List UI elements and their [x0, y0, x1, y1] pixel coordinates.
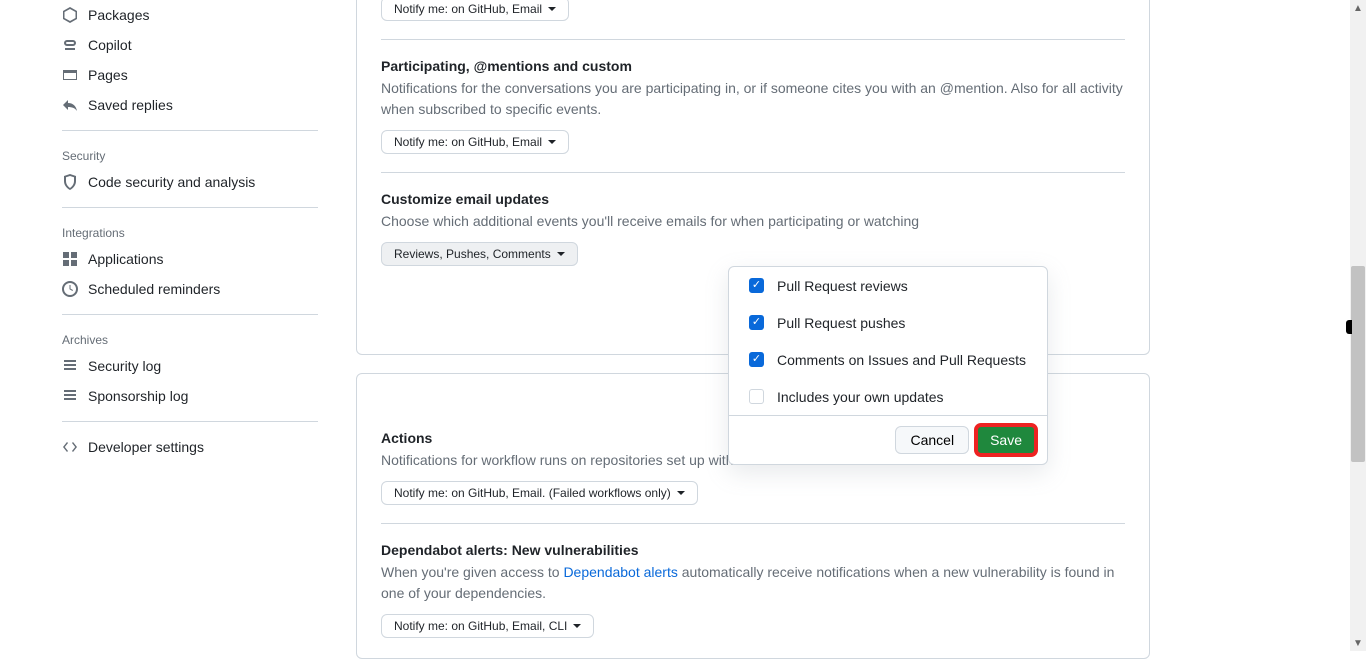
- code-icon: [62, 439, 78, 455]
- option-label: Pull Request reviews: [777, 278, 908, 294]
- dropdown-label: Reviews, Pushes, Comments: [394, 247, 551, 261]
- customize-events-dropdown[interactable]: Reviews, Pushes, Comments: [381, 242, 578, 266]
- sidebar-item-sponsorship-log[interactable]: Sponsorship log: [54, 381, 326, 411]
- chevron-down-icon: [557, 252, 565, 256]
- customize-events-popover: Pull Request reviews Pull Request pushes…: [728, 266, 1048, 465]
- dropdown-label: Notify me: on GitHub, Email, CLI: [394, 619, 567, 633]
- scroll-down-arrow[interactable]: ▼: [1350, 635, 1366, 651]
- sidebar-item-security-log[interactable]: Security log: [54, 351, 326, 381]
- participating-title: Participating, @mentions and custom: [381, 58, 1125, 74]
- apps-icon: [62, 251, 78, 267]
- chevron-down-icon: [677, 491, 685, 495]
- actions-notify-dropdown[interactable]: Notify me: on GitHub, Email. (Failed wor…: [381, 481, 698, 505]
- sidebar-item-label: Applications: [88, 251, 164, 267]
- sidebar-group-archives: Archives: [54, 325, 326, 351]
- dropdown-label: Notify me: on GitHub, Email: [394, 135, 542, 149]
- option-label: Comments on Issues and Pull Requests: [777, 352, 1026, 368]
- customize-title: Customize email updates: [381, 191, 1125, 207]
- sidebar-item-label: Saved replies: [88, 97, 173, 113]
- log-icon: [62, 388, 78, 404]
- option-label: Includes your own updates: [777, 389, 944, 405]
- browser-icon: [62, 67, 78, 83]
- divider: [62, 130, 318, 131]
- participating-notify-dropdown[interactable]: Notify me: on GitHub, Email: [381, 130, 569, 154]
- sidebar-item-label: Developer settings: [88, 439, 204, 455]
- option-pr-pushes[interactable]: Pull Request pushes: [729, 304, 1047, 341]
- dependabot-title: Dependabot alerts: New vulnerabilities: [381, 542, 1125, 558]
- chevron-down-icon: [573, 624, 581, 628]
- sidebar-item-label: Code security and analysis: [88, 174, 255, 190]
- sidebar-item-label: Security log: [88, 358, 161, 374]
- customize-desc: Choose which additional events you'll re…: [381, 211, 1125, 232]
- sidebar-item-applications[interactable]: Applications: [54, 244, 326, 274]
- checkbox-own-updates[interactable]: [749, 389, 764, 404]
- participating-desc: Notifications for the conversations you …: [381, 78, 1125, 120]
- divider: [62, 314, 318, 315]
- sidebar-group-security: Security: [54, 141, 326, 167]
- checkbox-comments[interactable]: [749, 352, 764, 367]
- log-icon: [62, 358, 78, 374]
- checkbox-pr-reviews[interactable]: [749, 278, 764, 293]
- chevron-down-icon: [548, 7, 556, 11]
- sidebar-item-code-security[interactable]: Code security and analysis: [54, 167, 326, 197]
- sidebar-item-pages[interactable]: Pages: [54, 60, 326, 90]
- sidebar-group-integrations: Integrations: [54, 218, 326, 244]
- sidebar-item-label: Pages: [88, 67, 128, 83]
- watching-notify-dropdown[interactable]: Notify me: on GitHub, Email: [381, 0, 569, 21]
- divider: [62, 207, 318, 208]
- option-own-updates[interactable]: Includes your own updates: [729, 378, 1047, 415]
- checkbox-pr-pushes[interactable]: [749, 315, 764, 330]
- sidebar-item-label: Packages: [88, 7, 149, 23]
- sidebar-item-developer-settings[interactable]: Developer settings: [54, 432, 326, 462]
- sidebar-item-saved-replies[interactable]: Saved replies: [54, 90, 326, 120]
- option-pr-reviews[interactable]: Pull Request reviews: [729, 267, 1047, 304]
- sidebar-item-packages[interactable]: Packages: [54, 0, 326, 30]
- cancel-button[interactable]: Cancel: [895, 426, 969, 454]
- reply-icon: [62, 97, 78, 113]
- scroll-up-arrow[interactable]: ▲: [1350, 0, 1366, 16]
- option-comments[interactable]: Comments on Issues and Pull Requests: [729, 341, 1047, 378]
- divider: [62, 421, 318, 422]
- copilot-icon: [62, 37, 78, 53]
- sidebar-item-copilot[interactable]: Copilot: [54, 30, 326, 60]
- settings-sidebar: Packages Copilot Pages Saved replies Sec…: [0, 0, 340, 651]
- package-icon: [62, 7, 78, 23]
- dependabot-alerts-link[interactable]: Dependabot alerts: [563, 564, 677, 580]
- sidebar-item-label: Copilot: [88, 37, 132, 53]
- divider: [381, 523, 1125, 524]
- chevron-down-icon: [548, 140, 556, 144]
- dropdown-label: Notify me: on GitHub, Email: [394, 2, 542, 16]
- cursor-indicator: [1346, 320, 1352, 334]
- dependabot-desc: When you're given access to Dependabot a…: [381, 562, 1125, 604]
- clock-icon: [62, 281, 78, 297]
- main-content: Notify me: on GitHub, Email Participatin…: [340, 0, 1366, 651]
- divider: [381, 39, 1125, 40]
- option-label: Pull Request pushes: [777, 315, 905, 331]
- shield-icon: [62, 174, 78, 190]
- sidebar-item-scheduled-reminders[interactable]: Scheduled reminders: [54, 274, 326, 304]
- dropdown-label: Notify me: on GitHub, Email. (Failed wor…: [394, 486, 671, 500]
- divider: [381, 172, 1125, 173]
- sidebar-item-label: Scheduled reminders: [88, 281, 220, 297]
- scrollbar-thumb[interactable]: [1351, 266, 1365, 462]
- sidebar-item-label: Sponsorship log: [88, 388, 188, 404]
- scrollbar-track[interactable]: ▲ ▼: [1350, 0, 1366, 651]
- save-button[interactable]: Save: [977, 426, 1035, 454]
- dependabot-notify-dropdown[interactable]: Notify me: on GitHub, Email, CLI: [381, 614, 594, 638]
